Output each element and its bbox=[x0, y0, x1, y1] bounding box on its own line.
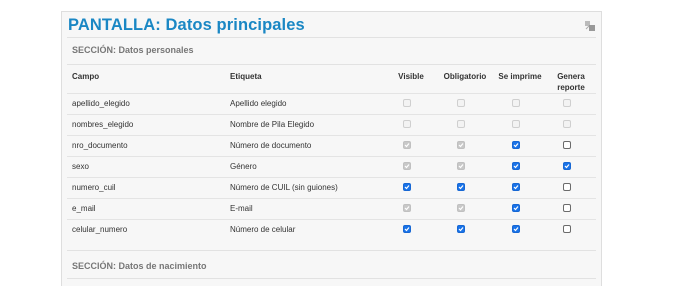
column-header-genera-reporte: Genera reporte bbox=[541, 71, 601, 93]
table-row: nombres_elegido Nombre de Pila Elegido bbox=[67, 114, 596, 135]
collapse-toggle-icon[interactable] bbox=[584, 19, 596, 31]
visible-checkbox bbox=[403, 141, 411, 149]
field-name: apellido_elegido bbox=[72, 99, 130, 108]
field-name: nro_documento bbox=[72, 141, 128, 150]
panel-title: PANTALLA: Datos principales bbox=[68, 16, 305, 34]
genera-reporte-checkbox bbox=[563, 99, 571, 107]
genera-reporte-checkbox[interactable] bbox=[563, 225, 571, 233]
obligatorio-checkbox bbox=[457, 99, 465, 107]
field-name: celular_numero bbox=[72, 225, 128, 234]
visible-checkbox bbox=[403, 99, 411, 107]
column-header-campo: Campo bbox=[72, 72, 100, 81]
field-name: nombres_elegido bbox=[72, 120, 134, 129]
field-label: Número de celular bbox=[230, 225, 296, 234]
obligatorio-checkbox bbox=[457, 162, 465, 170]
visible-checkbox bbox=[403, 204, 411, 212]
se-imprime-checkbox[interactable] bbox=[512, 225, 520, 233]
field-label: Apellido elegido bbox=[230, 99, 287, 108]
visible-checkbox[interactable] bbox=[403, 183, 411, 191]
genera-reporte-checkbox bbox=[563, 120, 571, 128]
table-row: nro_documento Número de documento bbox=[67, 135, 596, 156]
field-name: sexo bbox=[72, 162, 89, 171]
field-name: e_mail bbox=[72, 204, 96, 213]
field-name: numero_cuil bbox=[72, 183, 116, 192]
genera-reporte-checkbox[interactable] bbox=[563, 204, 571, 212]
se-imprime-checkbox[interactable] bbox=[512, 162, 520, 170]
column-header-etiqueta: Etiqueta bbox=[230, 72, 262, 81]
column-header-obligatorio: Obligatorio bbox=[443, 72, 487, 81]
genera-reporte-checkbox[interactable] bbox=[563, 162, 571, 170]
se-imprime-checkbox[interactable] bbox=[512, 141, 520, 149]
section-divider bbox=[67, 64, 596, 65]
column-header-genera-reporte-line1: Genera bbox=[557, 72, 585, 81]
obligatorio-checkbox[interactable] bbox=[457, 225, 465, 233]
section-title-datos-personales: SECCIÓN: Datos personales bbox=[72, 45, 194, 55]
se-imprime-checkbox bbox=[512, 120, 520, 128]
visible-checkbox bbox=[403, 162, 411, 170]
obligatorio-checkbox bbox=[457, 120, 465, 128]
screen-panel: PANTALLA: Datos principales SECCIÓN: Dat… bbox=[61, 11, 602, 286]
se-imprime-checkbox[interactable] bbox=[512, 204, 520, 212]
field-label: E-mail bbox=[230, 204, 253, 213]
visible-checkbox bbox=[403, 120, 411, 128]
field-label: Número de documento bbox=[230, 141, 312, 150]
table-row: sexo Género bbox=[67, 156, 596, 177]
genera-reporte-checkbox[interactable] bbox=[563, 183, 571, 191]
obligatorio-checkbox bbox=[457, 141, 465, 149]
field-label: Nombre de Pila Elegido bbox=[230, 120, 315, 129]
section-divider bbox=[67, 250, 596, 251]
table-row: numero_cuil Número de CUIL (sin guiones) bbox=[67, 177, 596, 198]
obligatorio-checkbox[interactable] bbox=[457, 183, 465, 191]
section-divider bbox=[67, 278, 596, 279]
column-header-genera-reporte-line2: reporte bbox=[557, 83, 585, 92]
table-row: apellido_elegido Apellido elegido bbox=[67, 93, 596, 114]
visible-checkbox[interactable] bbox=[403, 225, 411, 233]
field-label: Género bbox=[230, 162, 257, 171]
obligatorio-checkbox bbox=[457, 204, 465, 212]
field-label: Número de CUIL (sin guiones) bbox=[230, 183, 338, 192]
column-header-visible: Visible bbox=[398, 72, 424, 81]
se-imprime-checkbox bbox=[512, 99, 520, 107]
genera-reporte-checkbox[interactable] bbox=[563, 141, 571, 149]
table-row: e_mail E-mail bbox=[67, 198, 596, 219]
table-row: celular_numero Número de celular bbox=[67, 219, 596, 240]
title-divider bbox=[67, 37, 596, 38]
se-imprime-checkbox[interactable] bbox=[512, 183, 520, 191]
section-title-datos-nacimiento: SECCIÓN: Datos de nacimiento bbox=[72, 261, 207, 271]
